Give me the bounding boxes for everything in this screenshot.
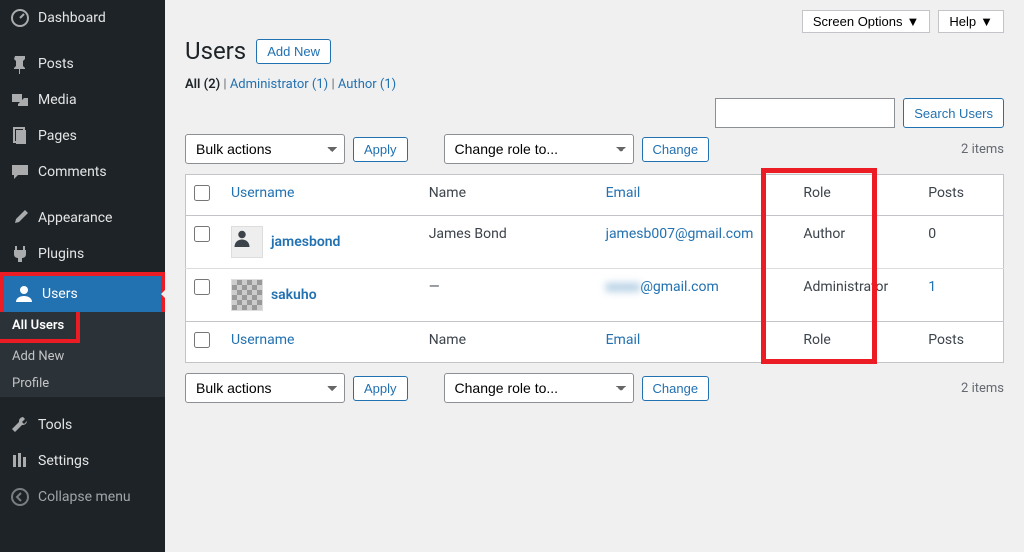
users-table: Username Name Email Role Posts jamesbond… xyxy=(185,174,1004,363)
tools-icon xyxy=(10,415,30,435)
pages-icon xyxy=(10,126,30,146)
sidebar-label: Media xyxy=(38,92,77,108)
user-email[interactable]: jamesb007@gmail.com xyxy=(606,226,754,242)
brush-icon xyxy=(10,208,30,228)
submenu-profile[interactable]: Profile xyxy=(0,370,165,397)
items-count: 2 items xyxy=(961,142,1004,157)
filter-all[interactable]: All (2) xyxy=(185,77,220,92)
main-content: Screen Options ▼ Help ▼ Users Add New Al… xyxy=(165,0,1024,552)
submenu-all-users[interactable]: All Users xyxy=(0,312,76,339)
col-email-header[interactable]: Email xyxy=(606,185,641,201)
chevron-down-icon: ▼ xyxy=(980,14,993,29)
items-count-bottom: 2 items xyxy=(961,381,1004,396)
user-role: Administrator xyxy=(795,269,920,322)
change-button[interactable]: Change xyxy=(642,137,710,162)
sidebar-item-tools[interactable]: Tools xyxy=(0,407,165,443)
user-name: James Bond xyxy=(421,216,598,269)
help-label: Help xyxy=(949,14,976,29)
sidebar-label: Settings xyxy=(38,453,89,469)
top-actions: Bulk actions Apply Change role to... Cha… xyxy=(185,134,1004,164)
username-link[interactable]: sakuho xyxy=(271,287,317,303)
sidebar-item-comments[interactable]: Comments xyxy=(0,154,165,190)
sidebar-label: Comments xyxy=(38,164,107,180)
sidebar-item-dashboard[interactable]: Dashboard xyxy=(0,0,165,36)
sidebar-item-plugins[interactable]: Plugins xyxy=(0,236,165,272)
user-email[interactable]: xxxxx@gmail.com xyxy=(606,279,719,295)
col-username-header[interactable]: Username xyxy=(231,185,295,201)
bottom-actions: Bulk actions Apply Change role to... Cha… xyxy=(185,373,1004,403)
apply-button[interactable]: Apply xyxy=(353,137,408,162)
sidebar-label: Tools xyxy=(38,417,72,433)
username-link[interactable]: jamesbond xyxy=(271,234,341,250)
bulk-actions-select-bottom[interactable]: Bulk actions xyxy=(185,373,345,403)
pin-icon xyxy=(10,54,30,74)
collapse-icon xyxy=(10,487,30,507)
change-button-bottom[interactable]: Change xyxy=(642,376,710,401)
table-row: jamesbond James Bond jamesb007@gmail.com… xyxy=(186,216,1004,269)
col-posts-header[interactable]: Posts xyxy=(920,175,1003,216)
sidebar-label: Appearance xyxy=(38,210,112,226)
row-checkbox[interactable] xyxy=(194,279,210,295)
sidebar-item-posts[interactable]: Posts xyxy=(0,46,165,82)
collapse-menu[interactable]: Collapse menu xyxy=(0,479,165,515)
sidebar-item-users[interactable]: Users xyxy=(4,276,161,312)
select-all-checkbox[interactable] xyxy=(194,185,210,201)
collapse-label: Collapse menu xyxy=(38,489,131,505)
page-title: Users xyxy=(185,37,246,65)
sidebar-label: Pages xyxy=(38,128,77,144)
bulk-actions-select[interactable]: Bulk actions xyxy=(185,134,345,164)
role-filters: All (2) | Administrator (1) | Author (1) xyxy=(185,77,1004,92)
user-posts: 0 xyxy=(920,216,1003,269)
col-name-footer[interactable]: Name xyxy=(421,322,598,363)
sidebar-label: Dashboard xyxy=(38,10,106,26)
select-all-checkbox-bottom[interactable] xyxy=(194,332,210,348)
user-role: Author xyxy=(795,216,920,269)
row-checkbox[interactable] xyxy=(194,226,210,242)
help-button[interactable]: Help ▼ xyxy=(938,10,1004,33)
sidebar-label: Posts xyxy=(38,56,74,72)
change-role-select[interactable]: Change role to... xyxy=(444,134,634,164)
filter-administrator[interactable]: Administrator (1) xyxy=(230,77,328,92)
dashboard-icon xyxy=(10,8,30,28)
comments-icon xyxy=(10,162,30,182)
table-row: sakuho — xxxxx@gmail.com Administrator 1 xyxy=(186,269,1004,322)
plugin-icon xyxy=(10,244,30,264)
search-users-button[interactable]: Search Users xyxy=(903,98,1004,128)
sidebar-item-media[interactable]: Media xyxy=(0,82,165,118)
filter-author[interactable]: Author (1) xyxy=(338,77,396,92)
screen-options-label: Screen Options xyxy=(813,14,903,29)
change-role-select-bottom[interactable]: Change role to... xyxy=(444,373,634,403)
users-submenu: All Users Add New Profile xyxy=(0,312,165,397)
col-email-footer[interactable]: Email xyxy=(606,332,641,348)
user-icon xyxy=(14,284,34,304)
media-icon xyxy=(10,90,30,110)
sidebar-item-pages[interactable]: Pages xyxy=(0,118,165,154)
sidebar-item-appearance[interactable]: Appearance xyxy=(0,200,165,236)
submenu-add-new[interactable]: Add New xyxy=(0,343,165,370)
user-posts[interactable]: 1 xyxy=(928,279,936,295)
col-username-footer[interactable]: Username xyxy=(231,332,295,348)
search-input[interactable] xyxy=(715,98,895,128)
col-name-header[interactable]: Name xyxy=(421,175,598,216)
screen-options-button[interactable]: Screen Options ▼ xyxy=(802,10,930,33)
chevron-down-icon: ▼ xyxy=(907,14,920,29)
col-role-footer[interactable]: Role xyxy=(795,322,920,363)
sidebar-item-settings[interactable]: Settings xyxy=(0,443,165,479)
sidebar-label: Users xyxy=(42,286,78,302)
apply-button-bottom[interactable]: Apply xyxy=(353,376,408,401)
col-posts-footer[interactable]: Posts xyxy=(920,322,1003,363)
avatar xyxy=(231,279,263,311)
user-name: — xyxy=(421,269,598,322)
sidebar-label: Plugins xyxy=(38,246,84,262)
add-new-button[interactable]: Add New xyxy=(256,39,331,64)
admin-sidebar: Dashboard Posts Media Pages Comments App… xyxy=(0,0,165,552)
avatar xyxy=(231,226,263,258)
settings-icon xyxy=(10,451,30,471)
col-role-header[interactable]: Role xyxy=(795,175,920,216)
